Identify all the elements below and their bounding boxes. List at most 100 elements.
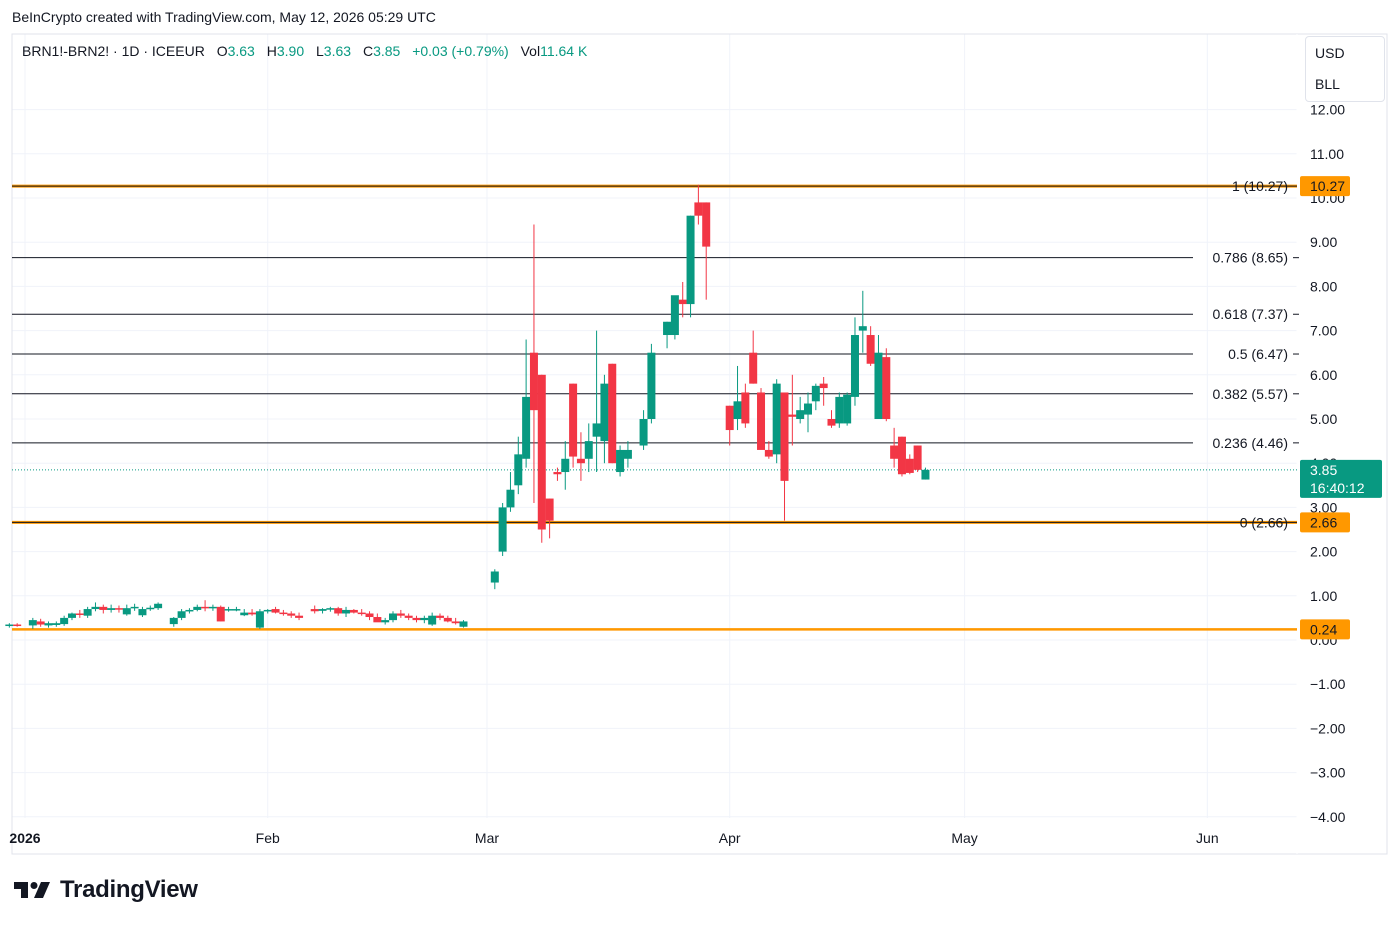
fib-level-label: 0.5 (6.47)	[1228, 346, 1288, 362]
change-value: +0.03 (+0.79%)	[412, 43, 509, 59]
price-tick-label: −3.00	[1310, 765, 1346, 781]
fib-level-label: 0.382 (5.57)	[1213, 386, 1289, 402]
candle-body	[130, 606, 139, 609]
fib-level-label: 0 (2.66)	[1240, 514, 1288, 530]
price-tick-label: −1.00	[1310, 676, 1346, 692]
candle-body	[13, 624, 22, 627]
candle-body	[201, 606, 210, 609]
candle-body	[271, 609, 280, 613]
support-price-tag-text: 0.24	[1310, 621, 1337, 637]
close-label: C	[362, 43, 374, 59]
candle-body	[506, 489, 515, 508]
price-tick-label: 8.00	[1310, 278, 1337, 294]
candle-body	[757, 392, 766, 450]
currency-label[interactable]: USD	[1306, 37, 1384, 68]
candle-body	[310, 609, 319, 612]
unit-label[interactable]: BLL	[1306, 68, 1384, 99]
candle-body	[561, 458, 570, 473]
candle-body	[686, 215, 695, 305]
price-chart[interactable]: 1 (10.27) 0.786 (8.65) 0.618 (7.37) 0.5 (6.…	[0, 0, 1400, 928]
candle-body	[287, 613, 296, 616]
candle-body	[334, 608, 343, 614]
candle-body	[373, 617, 382, 623]
candle-body	[749, 352, 758, 384]
price-tick-label: 7.00	[1310, 323, 1337, 339]
time-tick-label: Mar	[475, 830, 499, 846]
candle-body	[232, 609, 241, 611]
fib-level-label: 0.618 (7.37)	[1213, 306, 1289, 322]
candle-body	[295, 615, 304, 618]
candle-body	[75, 613, 84, 615]
candle-body	[255, 611, 264, 628]
candle-body	[36, 621, 45, 625]
open-label: O	[216, 43, 228, 59]
candle-body	[412, 617, 421, 621]
currency-unit-selector[interactable]: USD BLL	[1305, 36, 1385, 102]
tradingview-logo[interactable]: TradingView	[14, 876, 198, 904]
time-tick-label: 2026	[9, 830, 40, 846]
close-value: 3.85	[373, 43, 401, 59]
time-tick-label: Jun	[1196, 830, 1219, 846]
candle-body	[663, 321, 672, 336]
candle-body	[913, 445, 922, 470]
candle-body	[443, 617, 452, 622]
candle-body	[208, 606, 217, 609]
candle-body	[318, 609, 327, 611]
candle-body	[522, 396, 531, 459]
price-tick-label: 5.00	[1310, 411, 1337, 427]
candle-body	[835, 396, 844, 424]
candle-body	[28, 620, 37, 626]
fib-level-label: 0.786 (8.65)	[1213, 250, 1289, 266]
candle-body	[545, 498, 554, 521]
fib-price-tag-text: 10.27	[1310, 178, 1345, 194]
time-axis[interactable]: 2026 Feb Mar Apr May Jun	[9, 830, 1218, 846]
candle-body	[169, 617, 178, 625]
candle-body	[154, 603, 163, 609]
candle-body	[702, 202, 711, 247]
candle-body	[584, 441, 593, 459]
candle-body	[694, 202, 703, 216]
candle-body	[819, 383, 828, 389]
candle-body	[349, 609, 358, 613]
candle-body	[921, 469, 930, 480]
fib-level-label: 1 (10.27)	[1232, 178, 1288, 194]
low-value: 3.63	[323, 43, 352, 59]
volume-value: 11.64 K	[540, 43, 588, 59]
low-label: L	[316, 43, 324, 59]
price-tick-label: 6.00	[1310, 367, 1337, 383]
candle-body	[616, 449, 625, 473]
fib-price-tag-text: 2.66	[1310, 514, 1337, 530]
candle-body	[365, 613, 374, 618]
candle-body	[420, 617, 429, 621]
time-tick-label: Apr	[719, 830, 741, 846]
high-value: 3.90	[276, 43, 305, 59]
candle-body	[592, 423, 601, 437]
candle-body	[435, 615, 444, 618]
candle-body	[396, 613, 405, 616]
candle-body	[240, 612, 249, 616]
candle-body	[99, 606, 108, 610]
fib-level-label: 0.236 (4.46)	[1213, 435, 1289, 451]
price-tick-label: 2.00	[1310, 544, 1337, 560]
time-tick-label: May	[951, 830, 977, 846]
candle-body	[60, 617, 69, 625]
candle-body	[905, 458, 914, 473]
candle-body	[263, 609, 272, 612]
price-tick-label: 1.00	[1310, 588, 1337, 604]
candle-body	[326, 608, 335, 610]
fibonacci-retracement[interactable]: 1 (10.27) 0.786 (8.65) 0.618 (7.37) 0.5 (6.…	[12, 178, 1299, 631]
candle-body	[772, 383, 781, 455]
candle-body	[44, 623, 53, 626]
candle-body	[193, 606, 202, 610]
candle-body	[451, 621, 460, 624]
candle-body	[796, 410, 805, 419]
candle-body	[248, 612, 257, 615]
candle-body	[122, 608, 131, 615]
candles	[5, 184, 930, 629]
candle-body	[741, 392, 750, 424]
candle-body	[647, 352, 656, 419]
tradingview-logo-icon	[14, 882, 50, 898]
candle-body	[67, 613, 76, 618]
price-tick-label: 11.00	[1310, 146, 1344, 162]
symbol-legend[interactable]: BRN1!-BRN2! · 1D · ICEEUR O3.63 H3.90 L3…	[22, 43, 587, 59]
